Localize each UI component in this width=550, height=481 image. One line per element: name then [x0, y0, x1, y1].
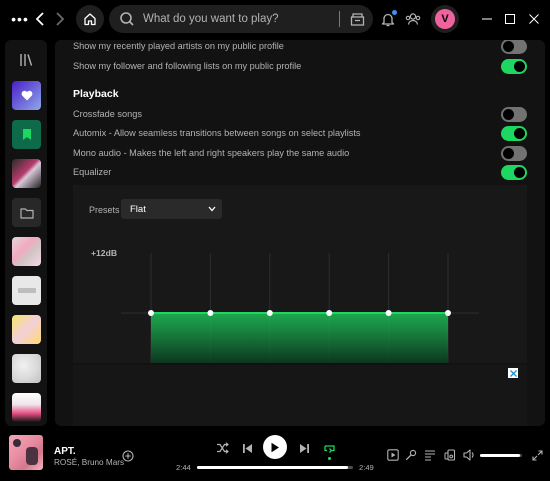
- volume-fill: [480, 454, 520, 457]
- profile-button[interactable]: V: [431, 5, 459, 33]
- forward-button[interactable]: [53, 9, 67, 29]
- setting-label: Show my follower and following lists on …: [73, 61, 302, 71]
- home-button[interactable]: [76, 5, 104, 33]
- player-bar: APT. ROSÉ, Bruno Mars 2:44 2:49: [0, 430, 550, 481]
- search-icon: [115, 5, 139, 33]
- setting-row-equalizer: Equalizer: [73, 164, 527, 180]
- search-input[interactable]: [143, 13, 333, 25]
- maximize-icon[interactable]: [503, 12, 517, 26]
- spotify-app: ••• V: [0, 0, 550, 481]
- setting-row-mono-audio: Mono audio - Makes the left and right sp…: [73, 145, 527, 161]
- library-collapse-icon[interactable]: [15, 50, 37, 70]
- equalizer-panel: Presets Flat +12dB: [73, 185, 527, 363]
- volume-icon[interactable]: [462, 448, 476, 462]
- back-button[interactable]: [33, 9, 47, 29]
- setting-label: Crossfade songs: [73, 109, 142, 119]
- toggle-crossfade[interactable]: [501, 106, 527, 122]
- play-button[interactable]: [263, 435, 287, 459]
- eq-band-handle[interactable]: [326, 310, 333, 316]
- library-item-cover[interactable]: [12, 354, 41, 383]
- minimize-icon[interactable]: [480, 12, 494, 26]
- eq-curve-fill: [151, 313, 448, 363]
- heart-icon: [21, 90, 32, 101]
- library-folder-item[interactable]: [12, 198, 41, 227]
- browse-icon[interactable]: [344, 5, 370, 33]
- liked-songs-item[interactable]: [12, 81, 41, 110]
- eq-band-handle[interactable]: [445, 310, 451, 316]
- track-title[interactable]: APT.: [54, 446, 76, 457]
- search-bar[interactable]: [109, 5, 373, 33]
- eq-band-handle[interactable]: [207, 310, 214, 316]
- equalizer-graph[interactable]: [73, 185, 527, 363]
- eq-band-handle[interactable]: [148, 310, 154, 316]
- setting-label: Equalizer: [73, 167, 112, 177]
- toggle-recent-artists[interactable]: [501, 40, 527, 54]
- setting-label: Show my recently played artists on my pu…: [73, 41, 284, 51]
- menu-dots-icon[interactable]: •••: [10, 11, 30, 27]
- library-item-cover[interactable]: [12, 276, 41, 305]
- friend-activity-icon[interactable]: [403, 9, 423, 29]
- home-icon: [84, 13, 96, 26]
- eq-band-handle[interactable]: [385, 310, 392, 316]
- toggle-automix[interactable]: [501, 125, 527, 141]
- playback-progress-bar[interactable]: [197, 466, 353, 469]
- setting-label: Mono audio - Makes the left and right sp…: [73, 148, 350, 158]
- section-title-playback: Playback: [73, 88, 119, 100]
- setting-row-crossfade: Crossfade songs: [73, 106, 527, 122]
- setting-row-recent-artists: Show my recently played artists on my pu…: [73, 40, 527, 54]
- shuffle-icon[interactable]: [214, 440, 230, 456]
- settings-panel: Show my recently played artists on my pu…: [55, 40, 545, 426]
- library-sidebar: [5, 40, 47, 426]
- total-time: 2:49: [359, 463, 374, 472]
- setting-label: Automix - Allow seamless transitions bet…: [73, 128, 361, 138]
- close-icon[interactable]: [527, 12, 541, 26]
- your-episodes-item[interactable]: [12, 120, 41, 149]
- connect-device-icon[interactable]: [443, 448, 457, 462]
- lyrics-icon[interactable]: [404, 448, 418, 462]
- folder-icon: [19, 207, 34, 219]
- library-item-cover[interactable]: [12, 393, 41, 422]
- progress-fill: [197, 466, 349, 469]
- ad-area: [73, 365, 527, 426]
- setting-row-automix: Automix - Allow seamless transitions bet…: [73, 125, 527, 141]
- search-divider: [339, 11, 340, 27]
- toggle-follower-lists[interactable]: [501, 58, 527, 74]
- library-item-cover[interactable]: [12, 315, 41, 344]
- volume-slider[interactable]: [480, 454, 522, 457]
- notification-dot: [392, 10, 397, 15]
- next-track-icon[interactable]: [296, 440, 312, 456]
- repeat-active-dot: [328, 457, 331, 460]
- avatar: V: [435, 9, 455, 29]
- bookmark-icon: [22, 129, 31, 140]
- top-bar: ••• V: [0, 0, 550, 38]
- play-icon: [271, 442, 279, 452]
- previous-track-icon[interactable]: [239, 440, 255, 456]
- library-item-cover[interactable]: [12, 159, 41, 188]
- fullscreen-icon[interactable]: [530, 448, 544, 462]
- library-item-cover[interactable]: [12, 237, 41, 266]
- add-to-library-icon[interactable]: [122, 449, 134, 462]
- repeat-icon[interactable]: [321, 440, 337, 456]
- eq-band-handle[interactable]: [266, 310, 273, 316]
- track-artist[interactable]: ROSÉ, Bruno Mars: [54, 458, 124, 467]
- queue-icon[interactable]: [423, 448, 437, 462]
- notifications-bell-icon[interactable]: [378, 9, 398, 29]
- toggle-equalizer[interactable]: [501, 164, 527, 180]
- setting-row-follower-lists: Show my follower and following lists on …: [73, 58, 527, 74]
- ad-close-icon[interactable]: [508, 368, 518, 378]
- now-playing-view-icon[interactable]: [386, 448, 400, 462]
- now-playing-cover[interactable]: [9, 435, 43, 470]
- toggle-mono-audio[interactable]: [501, 145, 527, 161]
- elapsed-time: 2:44: [176, 463, 191, 472]
